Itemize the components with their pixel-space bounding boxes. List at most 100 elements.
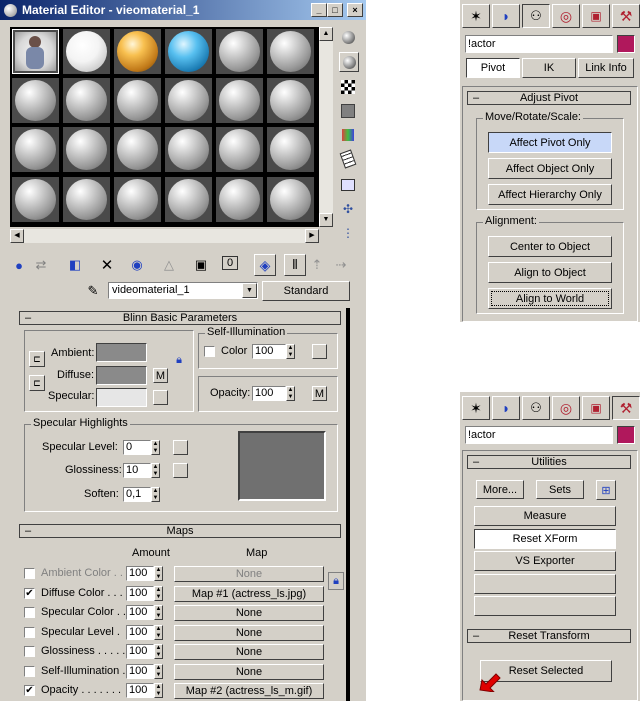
material-type-button[interactable]: Standard [262, 281, 350, 301]
soften-value[interactable]: 0,1 [123, 487, 151, 502]
map-enable-checkbox[interactable] [24, 646, 35, 657]
show-end-result-icon[interactable]: ⫴ [284, 254, 306, 276]
get-material-icon[interactable]: ● [10, 256, 28, 274]
scroll-right-arrow[interactable]: ▶ [305, 229, 319, 243]
sample-slot[interactable] [12, 78, 59, 123]
sample-slot[interactable] [12, 177, 59, 222]
map-slot-button[interactable]: None [174, 625, 324, 641]
pick-material-eyedropper-icon[interactable]: ✎ [84, 282, 102, 300]
sample-slot[interactable] [165, 78, 212, 123]
map-enable-checkbox[interactable] [24, 568, 35, 579]
configure-button-sets-icon[interactable]: ⊞ [596, 480, 616, 500]
backlight-icon[interactable] [339, 52, 359, 72]
object-name-field[interactable]: !actor [465, 426, 613, 444]
map-amount-spinner[interactable]: 100 ▲ ▼ [126, 605, 163, 620]
utility-button[interactable] [474, 596, 616, 616]
material-navigator-icon[interactable]: ⋮ [339, 224, 357, 242]
map-amount-value[interactable]: 100 [126, 625, 154, 640]
specular-level-map-button[interactable] [173, 440, 188, 455]
sample-type-sphere-icon[interactable] [339, 28, 357, 46]
make-unique-icon[interactable]: ◉ [128, 256, 146, 274]
hierarchy-tab-icon[interactable]: ⚇ [522, 4, 550, 28]
ambient-color-swatch[interactable] [96, 343, 147, 362]
sample-slot[interactable] [165, 127, 212, 172]
video-color-check-icon[interactable] [339, 126, 357, 144]
sample-slot[interactable] [165, 177, 212, 222]
options-icon[interactable] [339, 176, 357, 194]
self-illum-spinner[interactable]: 100 ▲ ▼ [252, 344, 295, 359]
go-to-parent-icon[interactable]: ⇡ [308, 256, 326, 274]
map-amount-value[interactable]: 100 [126, 605, 154, 620]
map-slot-button[interactable]: None [174, 664, 324, 680]
spinner-arrows[interactable]: ▲ ▼ [154, 586, 163, 601]
align-to-world-button[interactable]: Align to World [488, 288, 612, 309]
reset-map-icon[interactable]: ✕ [98, 256, 116, 274]
scroll-down-arrow[interactable]: ▼ [319, 213, 333, 227]
material-effects-channel-icon[interactable]: ▣ [192, 256, 210, 274]
assign-to-selection-icon[interactable]: ◧ [66, 256, 84, 274]
horizontal-scrollbar[interactable]: ◀ ▶ [10, 229, 319, 243]
glossiness-value[interactable]: 10 [123, 463, 151, 478]
sample-slot[interactable] [114, 29, 161, 74]
modify-tab-icon[interactable]: ◗ [492, 4, 520, 28]
motion-tab-icon[interactable]: ◎ [552, 4, 580, 28]
map-amount-spinner[interactable]: 100 ▲ ▼ [126, 644, 163, 659]
map-enable-checkbox[interactable]: ✔ [24, 685, 35, 696]
center-to-object-button[interactable]: Center to Object [488, 236, 612, 257]
affect-hierarchy-only-button[interactable]: Affect Hierarchy Only [488, 184, 612, 205]
map-enable-checkbox[interactable] [24, 607, 35, 618]
create-tab-icon[interactable]: ✶ [462, 396, 490, 420]
map-slot-button[interactable]: Map #1 (actress_ls.jpg) [174, 586, 324, 602]
vertical-scrollbar[interactable]: ▲ ▼ [319, 27, 333, 227]
create-tab-icon[interactable]: ✶ [462, 4, 490, 28]
tab-ik[interactable]: IK [522, 58, 576, 78]
utility-button[interactable] [474, 574, 616, 594]
specular-color-swatch[interactable] [96, 388, 147, 407]
sample-slot[interactable] [63, 78, 110, 123]
specular-map-button[interactable] [153, 390, 168, 405]
self-illum-map-button[interactable] [312, 344, 327, 359]
specular-level-value[interactable]: 0 [123, 440, 151, 455]
utility-button[interactable]: Measure [474, 506, 616, 526]
glossiness-spinner[interactable]: 10 ▲ ▼ [123, 463, 160, 478]
map-slot-button[interactable]: Map #2 (actress_ls_m.gif) [174, 683, 324, 699]
maximize-button[interactable]: □ [327, 3, 343, 17]
hierarchy-tab-icon[interactable]: ⚇ [522, 396, 550, 420]
map-amount-value[interactable]: 100 [126, 566, 154, 581]
blinn-basic-parameters-rollout[interactable]: – Blinn Basic Parameters [19, 311, 341, 325]
make-preview-icon[interactable] [339, 149, 357, 169]
soften-spinner[interactable]: 0,1 ▲ ▼ [123, 487, 160, 502]
self-illum-color-checkbox[interactable] [204, 346, 215, 357]
sample-slot[interactable] [63, 177, 110, 222]
material-name-dropdown-arrow[interactable]: ▼ [242, 283, 257, 298]
sample-slot[interactable] [267, 177, 314, 222]
spinner-arrows[interactable]: ▲ ▼ [154, 664, 163, 679]
parameter-scrollbar[interactable] [346, 308, 350, 701]
spinner-arrows[interactable]: ▲ ▼ [151, 440, 160, 455]
put-to-library-icon[interactable]: △ [160, 256, 178, 274]
sample-slot[interactable] [216, 177, 263, 222]
reset-transform-rollout[interactable]: – Reset Transform [467, 629, 631, 643]
opacity-spinner[interactable]: 100 ▲ ▼ [252, 386, 295, 401]
tab-link-info[interactable]: Link Info [578, 58, 634, 78]
lock-ambient-diffuse-button[interactable]: ⊏ [29, 351, 45, 367]
utilities-tab-icon[interactable]: ⚒ [612, 396, 640, 420]
sample-slot[interactable] [216, 78, 263, 123]
object-name-field[interactable]: !actor [465, 35, 613, 53]
spinner-arrows[interactable]: ▲ ▼ [286, 344, 295, 359]
lock-diffuse-specular-button[interactable]: ⊏ [29, 375, 45, 391]
diffuse-color-swatch[interactable] [96, 366, 147, 385]
material-id-icon[interactable]: 0 [222, 256, 238, 270]
affect-object-only-button[interactable]: Affect Object Only [488, 158, 612, 179]
sample-slot[interactable] [114, 127, 161, 172]
sample-slot[interactable] [12, 127, 59, 172]
utilities-rollout[interactable]: – Utilities [467, 455, 631, 469]
background-checker-icon[interactable] [339, 78, 357, 96]
close-button[interactable]: × [347, 3, 363, 17]
display-tab-icon[interactable]: ▣ [582, 4, 610, 28]
lock-icon[interactable]: 🔒︎ [172, 353, 186, 367]
spinner-arrows[interactable]: ▲ ▼ [154, 605, 163, 620]
map-slot-button[interactable]: None [174, 566, 324, 582]
utility-button[interactable]: VS Exporter [474, 551, 616, 571]
sample-slot[interactable] [216, 29, 263, 74]
